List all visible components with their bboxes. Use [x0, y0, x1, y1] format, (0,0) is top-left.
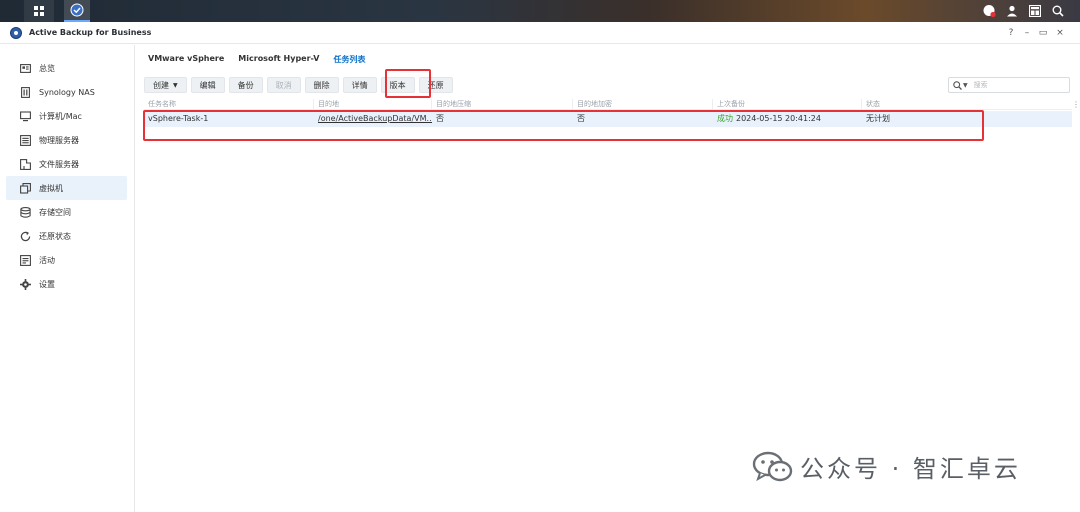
desktop-taskbar [0, 0, 1080, 22]
search-placeholder: 搜索 [973, 81, 988, 89]
storage-icon [20, 206, 31, 218]
highlight-restore-button [385, 69, 431, 98]
activity-icon [20, 254, 31, 266]
table-header: 任务名称 目的地 目的地压缩 目的地加密 上次备份 状态 ⋮ [144, 99, 1080, 110]
sidebar-item-label: 虚拟机 [39, 183, 63, 193]
close-button[interactable]: × [1052, 22, 1068, 44]
highlight-task-row [143, 110, 984, 141]
taskbar-app-active-backup[interactable] [64, 0, 90, 22]
sidebar-item-label: 文件服务器 [39, 159, 79, 169]
user-button[interactable] [1001, 0, 1023, 22]
chat-icon [983, 5, 996, 18]
sidebar-item-physical-server[interactable]: 物理服务器 [6, 128, 127, 152]
chevron-down-icon: ▼ [963, 81, 968, 89]
tab-microsoft-hyper-v[interactable]: Microsoft Hyper-V [238, 54, 319, 65]
sidebar-item-computer-mac[interactable]: 计算机/Mac [6, 104, 127, 128]
sidebar-item-virtual-machine[interactable]: 虚拟机 [6, 176, 127, 200]
column-header-destination[interactable]: 目的地 [314, 99, 432, 109]
chevron-down-icon: ▼ [173, 81, 178, 89]
window-title: Active Backup for Business [29, 28, 152, 37]
sidebar-item-file-server[interactable]: 文件服务器 [6, 152, 127, 176]
sidebar-item-label: 活动 [39, 255, 55, 265]
search-button[interactable] [1047, 0, 1069, 22]
widgets-icon [1029, 5, 1041, 17]
sidebar-item-label: 存储空间 [39, 207, 71, 217]
backup-button[interactable]: 备份 [228, 77, 263, 93]
restore-button[interactable]: ▭ [1035, 22, 1051, 44]
cancel-button[interactable]: 取消 [266, 77, 301, 93]
restore-status-icon [20, 231, 31, 241]
sidebar-item-restore-status[interactable]: 还原状态 [6, 224, 127, 248]
column-header-status[interactable]: 状态 [862, 99, 1072, 109]
vm-icon [20, 182, 31, 194]
vm-tabs: VMware vSphere Microsoft Hyper-V 任务列表 [148, 54, 365, 65]
main-menu-button[interactable] [24, 0, 54, 22]
sidebar-item-overview[interactable]: 总览 [6, 56, 127, 80]
sidebar-item-label: 计算机/Mac [39, 111, 82, 121]
user-icon [1007, 5, 1017, 17]
widgets-button[interactable] [1024, 0, 1046, 22]
nas-icon [21, 86, 30, 98]
sidebar-item-synology-nas[interactable]: Synology NAS [6, 80, 127, 104]
file-server-icon [20, 158, 31, 170]
sidebar-item-label: 设置 [39, 279, 55, 289]
sidebar-item-label: 还原状态 [39, 231, 71, 241]
search-icon [1052, 5, 1064, 17]
column-header-last-backup[interactable]: 上次备份 [713, 99, 862, 109]
sidebar-item-settings[interactable]: 设置 [6, 272, 127, 296]
sidebar-item-label: 物理服务器 [39, 135, 79, 145]
tab-task-list[interactable]: 任务列表 [333, 54, 365, 65]
sidebar-item-storage[interactable]: 存储空间 [6, 200, 127, 224]
notification-button[interactable] [978, 0, 1000, 22]
column-header-task-name[interactable]: 任务名称 [144, 99, 314, 109]
server-icon [20, 134, 31, 146]
watermark-text: 公众号 · 智汇卓云 [800, 455, 1021, 483]
overview-icon [20, 63, 31, 73]
gear-icon [20, 278, 31, 290]
search-icon [953, 80, 962, 90]
sidebar-item-label: Synology NAS [39, 87, 95, 97]
details-button[interactable]: 详情 [342, 77, 377, 93]
minimize-button[interactable]: – [1019, 22, 1035, 44]
edit-button[interactable]: 编辑 [190, 77, 225, 93]
column-header-encryption[interactable]: 目的地加密 [573, 99, 713, 109]
help-button[interactable]: ? [1003, 22, 1019, 44]
app-logo-icon [10, 26, 22, 39]
column-menu-icon[interactable]: ⋮ [1072, 99, 1080, 110]
sidebar: 总览 Synology NAS 计算机/Mac 物理服务器 文件服务器 虚拟机 … [0, 45, 135, 512]
tab-vmware-vsphere[interactable]: VMware vSphere [148, 54, 224, 65]
sidebar-item-activity[interactable]: 活动 [6, 248, 127, 272]
window-titlebar: Active Backup for Business ? – ▭ × [0, 22, 1080, 44]
create-button-label: 创建 [153, 80, 169, 90]
watermark: 公众号 · 智汇卓云 [752, 449, 1021, 484]
wechat-icon [752, 451, 793, 481]
computer-icon [20, 110, 31, 121]
delete-button[interactable]: 删除 [304, 77, 339, 93]
create-button[interactable]: 创建 ▼ [144, 77, 187, 93]
sidebar-item-label: 总览 [39, 63, 55, 73]
grid-icon [34, 6, 44, 16]
active-backup-icon [70, 3, 84, 17]
column-header-compression[interactable]: 目的地压缩 [432, 99, 573, 109]
search-field[interactable]: ▼ 搜索 [948, 77, 1070, 93]
